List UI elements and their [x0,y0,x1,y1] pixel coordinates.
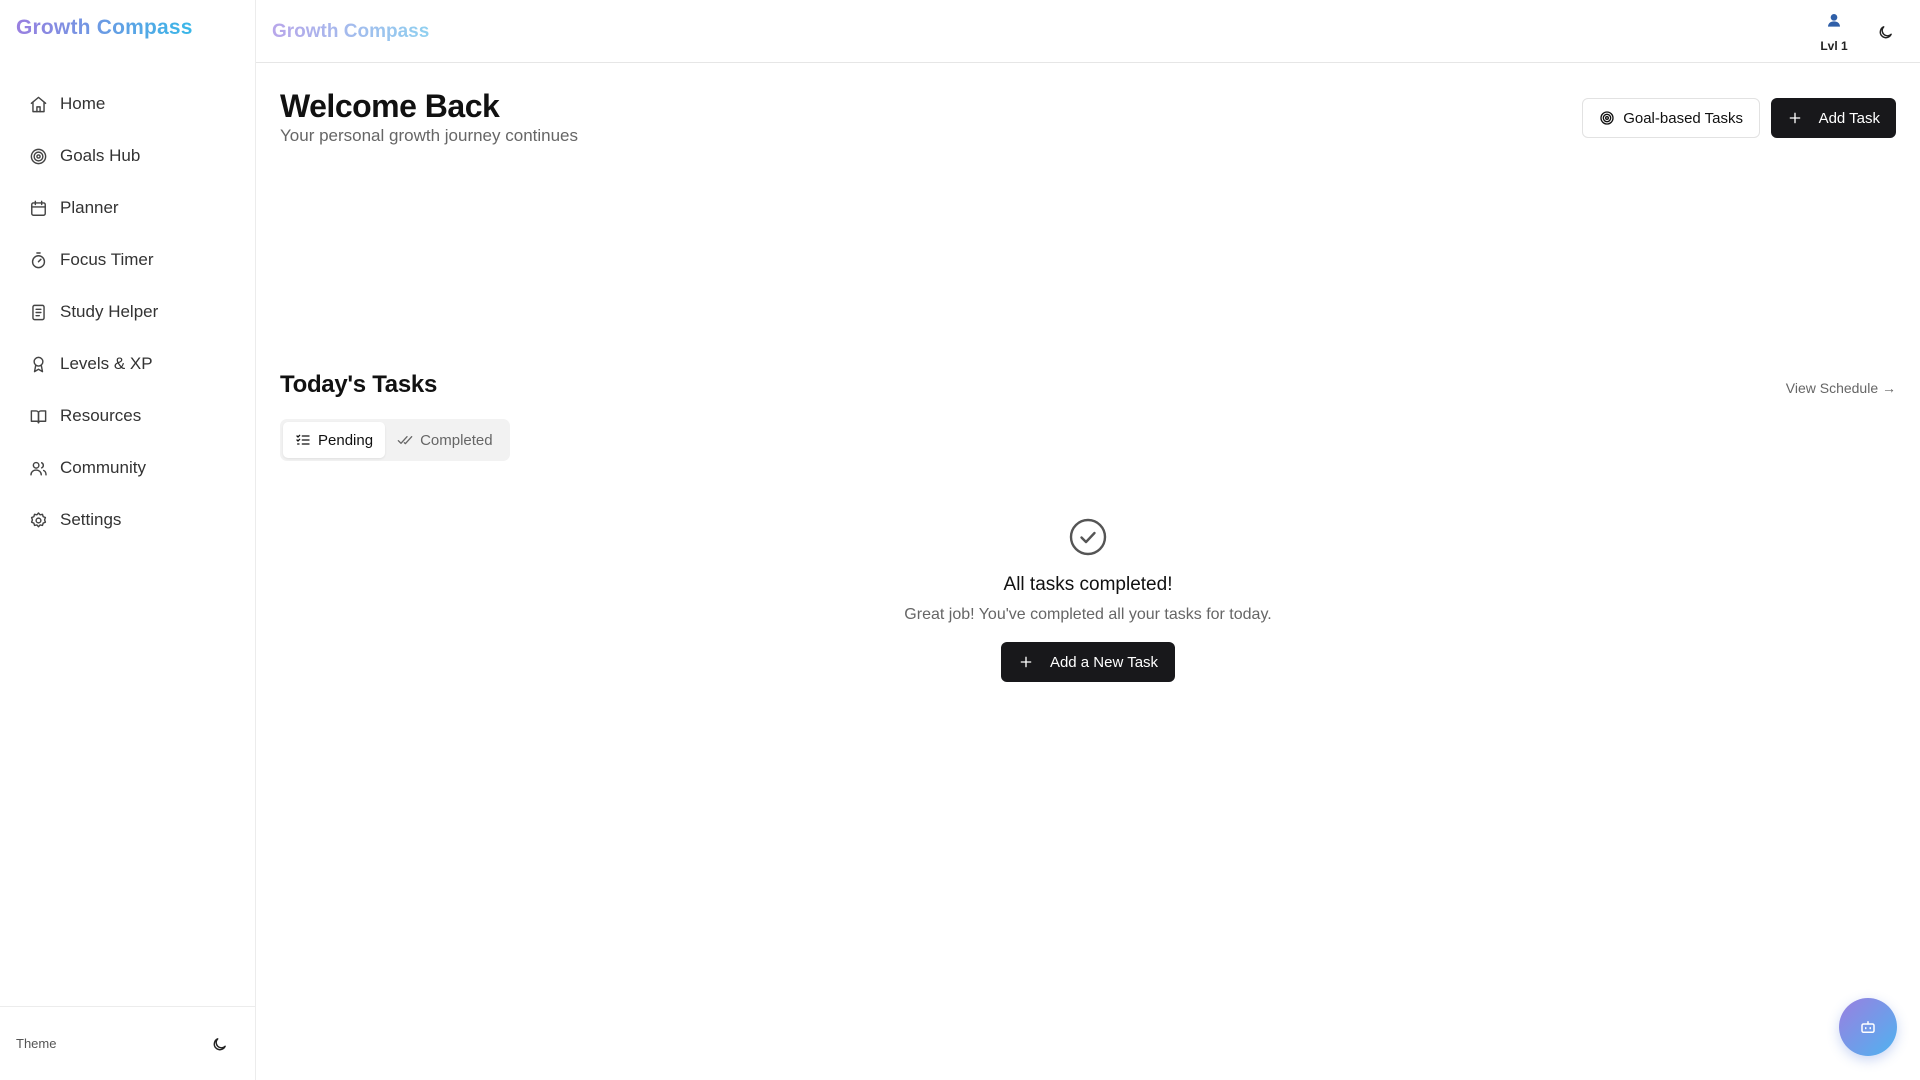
sidebar-item-label: Community [60,458,146,477]
sidebar-nav: Home Goals Hub Planner Focus Timer Study… [16,82,240,550]
add-task-label: Add Task [1818,109,1880,127]
main-content: Welcome Back Your personal growth journe… [256,64,1920,1080]
moon-icon [213,1037,226,1050]
target-icon [1599,110,1615,126]
sidebar-item-label: Focus Timer [60,250,154,269]
theme-label: Theme [16,1036,57,1051]
sidebar-item-focus-timer[interactable]: Focus Timer [16,238,240,282]
list-check-icon [295,432,311,448]
empty-state-message: Great job! You've completed all your tas… [904,606,1272,623]
sidebar: Growth Compass Home Goals Hub Planner Fo… [0,0,256,1080]
users-icon [28,458,48,478]
award-icon [28,354,48,374]
task-tabs: Pending Completed [280,419,510,461]
add-new-task-label: Add a New Task [1049,653,1159,671]
home-icon [28,94,48,114]
sidebar-item-study-helper[interactable]: Study Helper [16,290,240,334]
notebook-icon [28,302,48,322]
tab-label: Completed [420,431,493,449]
sidebar-item-home[interactable]: Home [16,82,240,126]
sidebar-item-settings[interactable]: Settings [16,498,240,542]
tab-completed[interactable]: Completed [385,422,505,458]
sidebar-item-label: Resources [60,406,142,425]
add-new-task-button[interactable]: Add a New Task [1001,642,1175,682]
tab-label: Pending [318,431,374,449]
topbar-title[interactable]: Growth Compass [272,21,429,43]
profile-level-button[interactable]: Lvl 1 [1814,12,1854,53]
plus-icon [1018,654,1034,670]
sidebar-item-levels-xp[interactable]: Levels & XP [16,342,240,386]
bot-icon [1861,1021,1875,1033]
sidebar-item-label: Settings [60,510,122,529]
check-check-icon [397,432,413,448]
timer-icon [28,250,48,270]
check-circle-icon [1067,516,1109,558]
empty-state-title: All tasks completed! [1003,574,1173,595]
sidebar-item-label: Goals Hub [60,146,141,165]
add-task-button[interactable]: Add Task [1770,98,1896,138]
sidebar-item-planner[interactable]: Planner [16,186,240,230]
moon-icon [1879,25,1892,38]
goal-based-tasks-label: Goal-based Tasks [1623,109,1743,127]
page-subtitle: Your personal growth journey continues [280,126,579,145]
sidebar-item-community[interactable]: Community [16,446,240,490]
topbar-theme-toggle[interactable] [1874,21,1896,43]
tasks-section-title: Today's Tasks [280,371,437,398]
theme-toggle-button[interactable] [208,1033,230,1055]
sidebar-footer: Theme [0,1006,256,1080]
sidebar-item-label: Planner [60,198,119,217]
sidebar-item-resources[interactable]: Resources [16,394,240,438]
user-icon [1814,12,1854,32]
goal-based-tasks-button[interactable]: Goal-based Tasks [1582,98,1760,138]
tab-pending[interactable]: Pending [283,422,386,458]
empty-state: All tasks completed! Great job! You've c… [256,516,1920,682]
sidebar-item-label: Levels & XP [60,354,153,373]
level-badge: Lvl 1 [1820,39,1848,53]
book-icon [28,406,48,426]
calendar-icon [28,198,48,218]
sidebar-item-goals-hub[interactable]: Goals Hub [16,134,240,178]
sidebar-item-label: Home [60,94,106,113]
page-title: Welcome Back [280,88,500,124]
app-logo[interactable]: Growth Compass [16,16,193,40]
target-icon [28,146,48,166]
view-schedule-link[interactable]: View Schedule → [1786,380,1896,396]
sidebar-item-label: Study Helper [60,302,159,321]
plus-icon [1787,110,1803,126]
assistant-chat-button[interactable] [1839,998,1897,1056]
gear-icon [28,510,48,530]
topbar: Growth Compass Lvl 1 [256,0,1920,63]
